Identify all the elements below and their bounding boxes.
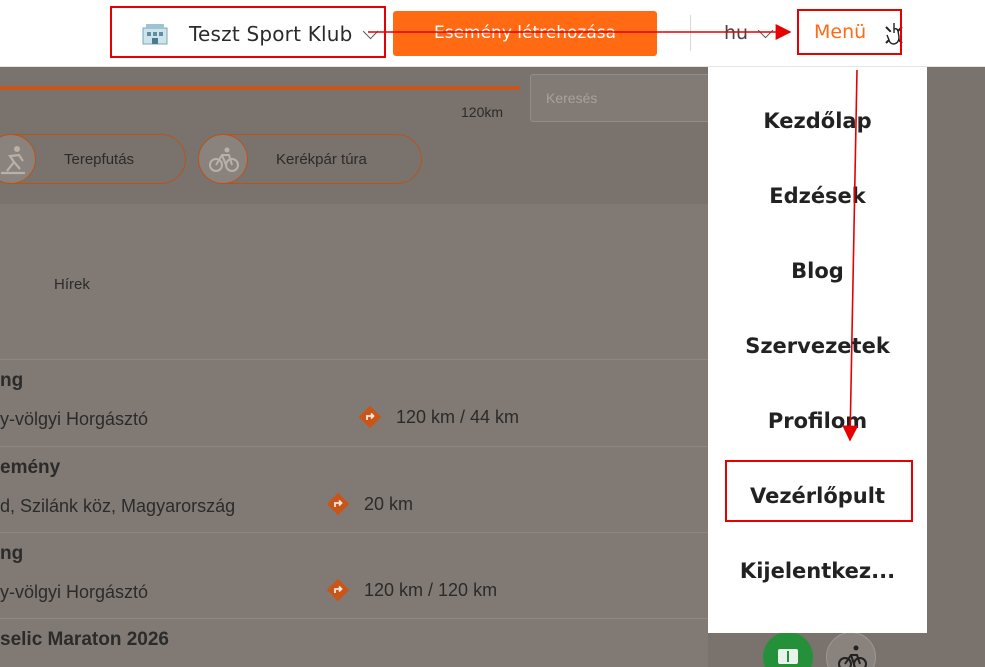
overlay-strip (927, 67, 985, 667)
chip-label: Kerékpár túra (276, 150, 367, 168)
chevron-down-icon (757, 22, 774, 38)
event-title[interactable]: ng (0, 370, 23, 392)
main-menu-dropdown: Kezdőlap Edzések Blog Szervezetek Profil… (708, 67, 927, 633)
trail-run-icon (0, 134, 36, 184)
language-selector[interactable]: hu (724, 22, 774, 44)
event-distance: 20 km (326, 492, 413, 516)
event-distance: 120 km / 120 km (326, 578, 497, 602)
event-distance-value: 120 km / 120 km (364, 579, 498, 600)
divider (0, 618, 708, 619)
directions-icon (358, 405, 382, 429)
create-event-button[interactable]: Esemény létrehozása (393, 11, 657, 56)
bicycle-icon[interactable] (826, 632, 876, 667)
event-distance-value: 20 km (364, 493, 414, 514)
menu-item-blog[interactable]: Blog (708, 259, 927, 283)
chip-kerekpar-tura[interactable]: Kerékpár túra (198, 134, 422, 184)
divider (0, 446, 708, 447)
bicycle-icon (198, 134, 248, 184)
event-location: y-völgyi Horgásztó (0, 409, 149, 429)
menu-item-profilom[interactable]: Profilom (708, 409, 927, 433)
divider (690, 15, 691, 51)
language-label: hu (724, 22, 749, 44)
ticket-icon[interactable] (763, 632, 813, 667)
event-title[interactable]: selic Maraton 2026 (0, 629, 169, 651)
annotation-box (110, 6, 386, 58)
event-title[interactable]: ng (0, 543, 23, 565)
directions-icon (326, 492, 350, 516)
event-location: d, Szilánk köz, Magyarország (0, 496, 236, 516)
divider (0, 359, 708, 360)
chip-terepfutas[interactable]: Terepfutás (0, 134, 186, 184)
divider (0, 532, 708, 533)
event-title[interactable]: emény (0, 457, 60, 479)
event-distance-value: 120 km / 44 km (396, 406, 520, 427)
annotation-box (797, 9, 902, 55)
directions-icon (326, 578, 350, 602)
menu-item-edzesek[interactable]: Edzések (708, 184, 927, 208)
menu-item-kijelentkezes[interactable]: Kijelentkez... (708, 559, 927, 583)
chip-label: Terepfutás (64, 150, 135, 168)
event-distance: 120 km / 44 km (358, 405, 519, 429)
search-input[interactable]: Keresés (530, 74, 715, 122)
distance-value: 120km (461, 104, 504, 120)
news-tab[interactable]: Hírek (54, 276, 90, 293)
annotation-box (725, 460, 913, 522)
event-location: y-völgyi Horgásztó (0, 582, 149, 602)
distance-slider-track[interactable] (0, 86, 520, 90)
menu-item-szervezetek[interactable]: Szervezetek (708, 334, 927, 358)
menu-item-kezdolap[interactable]: Kezdőlap (708, 109, 927, 133)
